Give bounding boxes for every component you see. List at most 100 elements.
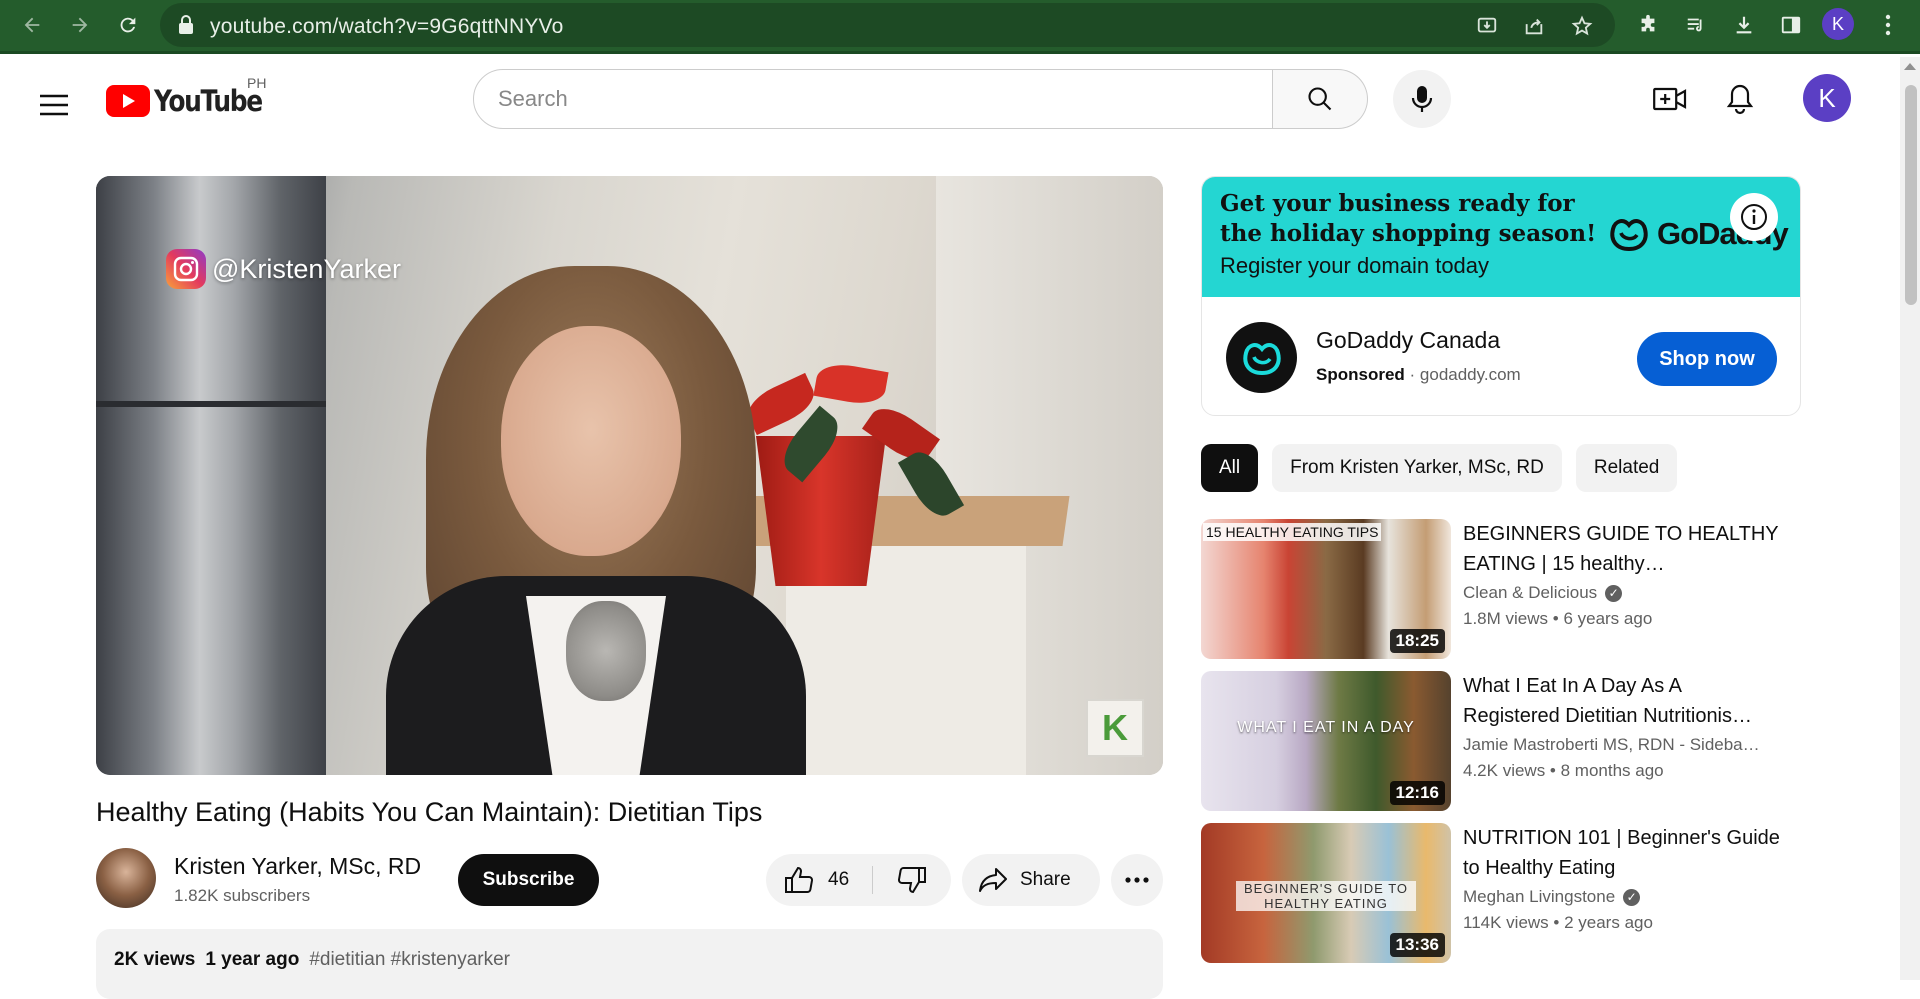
ad-headline: Get your business ready for the holiday … (1220, 190, 1597, 247)
download-icon[interactable] (1726, 8, 1762, 42)
share-button[interactable]: Share (962, 854, 1100, 906)
video-player[interactable]: @KristenYarker K (96, 176, 1163, 775)
instagram-icon (166, 249, 206, 289)
forward-arrow-icon[interactable] (62, 8, 98, 42)
video-thumbnail[interactable]: BEGINNER'S GUIDE TO HEALTHY EATING 13:36 (1201, 823, 1451, 963)
video-duration: 12:16 (1389, 781, 1445, 805)
ad-subline: Register your domain today (1220, 253, 1490, 278)
share-label: Share (1020, 869, 1071, 890)
video-duration: 13:36 (1389, 933, 1445, 957)
thumbs-down-icon (898, 866, 926, 894)
logo-text: YouTube (154, 84, 263, 118)
microphone-icon (1411, 86, 1433, 112)
player-scene-face (501, 326, 681, 556)
channel-watermark-logo[interactable]: K (1086, 699, 1144, 757)
instagram-overlay: @KristenYarker (166, 249, 401, 289)
dislike-button[interactable] (873, 854, 951, 906)
sponsored-ad-card[interactable]: Get your business ready for the holiday … (1201, 176, 1801, 416)
description-box[interactable]: 2K views 1 year ago #dietitian #kristeny… (96, 929, 1163, 999)
media-queue-icon[interactable] (1678, 8, 1714, 42)
region-code: PH (247, 75, 267, 91)
url-text[interactable]: youtube.com/watch?v=9G6qttNNYVo (210, 15, 563, 39)
ad-domain: godaddy.com (1419, 365, 1521, 384)
ad-banner[interactable]: Get your business ready for the holiday … (1202, 177, 1800, 297)
search-button[interactable] (1273, 69, 1368, 129)
related-video-title[interactable]: What I Eat In A Day As A Registered Diet… (1463, 671, 1783, 731)
search-icon (1308, 87, 1332, 111)
instagram-handle: @KristenYarker (212, 253, 401, 284)
chip-from-channel[interactable]: From Kristen Yarker, MSc, RD (1272, 444, 1562, 492)
scroll-up-arrow-icon[interactable] (1904, 63, 1916, 70)
like-count: 46 (828, 869, 850, 890)
info-icon (1741, 204, 1767, 230)
create-video-button[interactable] (1646, 75, 1694, 123)
related-video-title[interactable]: BEGINNERS GUIDE TO HEALTHY EATING | 15 h… (1463, 519, 1783, 579)
thumbnail-text: WHAT I EAT IN A DAY (1237, 719, 1415, 736)
related-video-channel[interactable]: Meghan Livingstone ✓ (1463, 887, 1773, 907)
share-page-icon[interactable] (1517, 11, 1551, 41)
subscriber-count: 1.82K subscribers (174, 886, 311, 905)
back-arrow-icon[interactable] (14, 8, 50, 42)
related-video-channel[interactable]: Jamie Mastroberti MS, RDN - Sideba… (1463, 735, 1773, 755)
lock-icon (178, 15, 194, 40)
subscribe-button[interactable]: Subscribe (458, 854, 599, 906)
related-filter-chips: All From Kristen Yarker, MSc, RD Related (1201, 444, 1678, 492)
like-dislike-group: 46 (766, 854, 951, 906)
browser-profile-avatar[interactable]: K (1822, 8, 1854, 40)
bookmark-star-icon[interactable] (1565, 11, 1599, 41)
upload-age: 1 year ago (205, 949, 300, 970)
masthead: YouTube PH K (0, 57, 1900, 141)
advertiser-name[interactable]: GoDaddy Canada (1316, 327, 1500, 354)
install-app-icon[interactable] (1470, 11, 1504, 41)
page-scrollbar[interactable] (1900, 57, 1920, 980)
related-video-meta: 1.8M views • 6 years ago (1463, 609, 1653, 628)
thumbs-up-icon (785, 866, 813, 894)
like-button[interactable]: 46 (766, 854, 872, 906)
thumbnail-text: BEGINNER'S GUIDE TO HEALTHY EATING (1236, 881, 1416, 911)
extensions-puzzle-icon[interactable] (1630, 8, 1666, 42)
related-video-meta: 114K views • 2 years ago (1463, 913, 1653, 932)
advertiser-logo[interactable] (1226, 322, 1297, 393)
search-input[interactable] (473, 69, 1273, 129)
account-avatar[interactable]: K (1803, 74, 1851, 122)
thumbnail-text: 15 HEALTHY EATING TIPS (1203, 523, 1382, 541)
browser-menu-icon[interactable] (1870, 8, 1906, 42)
notifications-button[interactable] (1716, 75, 1764, 123)
hamburger-menu-icon[interactable] (30, 81, 78, 129)
youtube-play-icon (106, 85, 150, 117)
godaddy-logo-icon (1242, 342, 1281, 375)
bell-icon (1726, 84, 1754, 115)
ad-info-button[interactable] (1730, 193, 1778, 241)
channel-avatar[interactable] (96, 848, 156, 908)
video-title: Healthy Eating (Habits You Can Maintain)… (96, 797, 763, 827)
more-horizontal-icon (1125, 877, 1149, 883)
related-video-item[interactable]: WHAT I EAT IN A DAY 12:16 What I Eat In … (1201, 671, 1801, 811)
channel-name[interactable]: Kristen Yarker, MSc, RD (174, 853, 421, 880)
chip-related[interactable]: Related (1575, 444, 1678, 492)
side-panel-icon[interactable] (1773, 8, 1809, 42)
related-video-title[interactable]: NUTRITION 101 | Beginner's Guide to Heal… (1463, 823, 1783, 883)
chip-all[interactable]: All (1201, 444, 1259, 492)
shop-now-button[interactable]: Shop now (1637, 332, 1777, 386)
create-video-icon (1653, 87, 1687, 111)
related-video-item[interactable]: 15 HEALTHY EATING TIPS 18:25 BEGINNERS G… (1201, 519, 1801, 659)
godaddy-logo-icon (1610, 219, 1648, 252)
video-thumbnail[interactable]: WHAT I EAT IN A DAY 12:16 (1201, 671, 1451, 811)
video-duration: 18:25 (1389, 629, 1445, 653)
view-count: 2K views (114, 949, 196, 970)
video-thumbnail[interactable]: 15 HEALTHY EATING TIPS 18:25 (1201, 519, 1451, 659)
scroll-thumb[interactable] (1905, 85, 1917, 305)
related-video-item[interactable]: BEGINNER'S GUIDE TO HEALTHY EATING 13:36… (1201, 823, 1801, 963)
related-video-meta: 4.2K views • 8 months ago (1463, 761, 1664, 780)
browser-toolbar: youtube.com/watch?v=9G6qttNNYVo K (0, 0, 1920, 54)
more-actions-button[interactable] (1111, 854, 1163, 906)
share-arrow-icon (979, 868, 1007, 892)
hashtags[interactable]: #dietitian #kristenyarker (309, 949, 510, 979)
verified-badge-icon: ✓ (1605, 584, 1623, 602)
related-video-channel[interactable]: Clean & Delicious ✓ (1463, 583, 1773, 603)
address-bar[interactable]: youtube.com/watch?v=9G6qttNNYVo (160, 3, 1615, 47)
voice-search-button[interactable] (1393, 70, 1451, 128)
reload-icon[interactable] (110, 8, 146, 42)
verified-badge-icon: ✓ (1623, 888, 1641, 906)
poinsettia-leaf (813, 360, 889, 408)
